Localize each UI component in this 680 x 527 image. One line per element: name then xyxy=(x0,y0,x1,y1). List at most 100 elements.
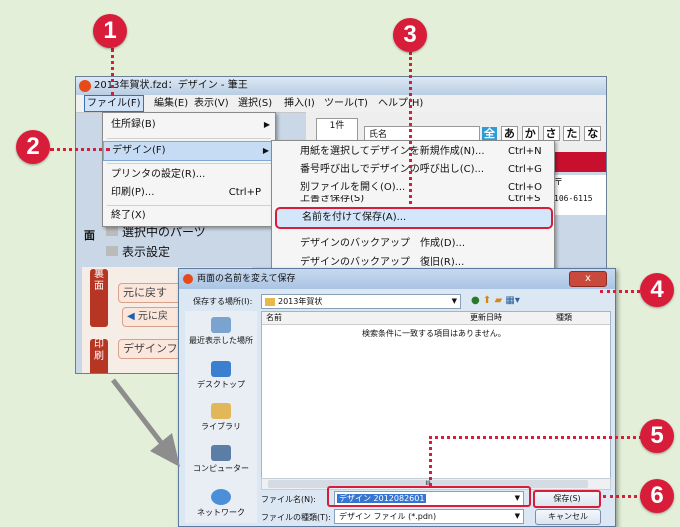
print-tab[interactable]: 印刷 xyxy=(90,339,108,373)
place-network[interactable]: ネットワーク xyxy=(185,489,257,518)
save-as-label: 名前を付けて保存(A)... xyxy=(302,212,407,223)
back-side-tab[interactable]: 裏面 xyxy=(90,269,108,327)
print-shortcut: Ctrl+P xyxy=(228,187,261,198)
close-button[interactable]: x xyxy=(569,271,607,287)
places-bar: 最近表示した場所 デスクトップ ライブラリ コンピューター ネットワーク xyxy=(185,311,257,523)
dialog-app-icon xyxy=(183,274,193,284)
overwrite-save-shortcut: Ctrl+S xyxy=(508,195,541,204)
postal-code: 106-6115 xyxy=(554,194,593,203)
menu-item-exit[interactable]: 終了(X) xyxy=(103,207,275,225)
column-type[interactable]: 種類 xyxy=(556,312,572,324)
selected-parts-label: 選択中のパーツ xyxy=(122,225,206,239)
new-folder-icon[interactable]: ▰ xyxy=(495,295,503,306)
postal-cell: 〒 106-6115 xyxy=(554,175,606,215)
step-badge-2: 2 xyxy=(16,130,50,164)
menu-item-address-book[interactable]: 住所録(B) ▶ xyxy=(103,116,275,134)
view-menu-icon[interactable]: ▦▾ xyxy=(505,295,519,306)
menu-view[interactable]: 表示(V) xyxy=(192,95,231,112)
printer-settings-label: プリンタの設定(R)... xyxy=(111,169,206,180)
menu-bar: ファイル(F) 編集(E) 表示(V) 選択(S) 挿入(I) ツール(T) ヘ… xyxy=(76,95,606,113)
computer-icon xyxy=(211,445,231,461)
design-label: デザイン(F) xyxy=(112,145,166,156)
back-strip-char2: 面 xyxy=(94,281,104,292)
checkbox-icon xyxy=(106,226,118,236)
step-badge-1: 1 xyxy=(93,14,127,48)
menu-item-printer-settings[interactable]: プリンタの設定(R)... xyxy=(103,166,275,184)
display-settings[interactable]: 表示設定 xyxy=(106,243,256,261)
settings-icon xyxy=(106,246,118,256)
kana-tab-sa[interactable]: さ xyxy=(542,126,560,141)
new-design-shortcut: Ctrl+N xyxy=(508,146,542,157)
back-icon[interactable]: ● xyxy=(471,295,480,306)
app-icon xyxy=(79,80,91,92)
kana-tab-all[interactable]: 全 xyxy=(482,127,497,140)
display-settings-label: 表示設定 xyxy=(122,245,171,259)
window-title: 2013年賀状.fzd：デザイン - 筆王 xyxy=(94,80,248,91)
column-name[interactable]: 名前 xyxy=(266,312,282,324)
submenu-overwrite-save[interactable]: 上書き保存(S) Ctrl+S xyxy=(272,195,554,205)
place-recent[interactable]: 最近表示した場所 xyxy=(185,317,257,346)
place-library[interactable]: ライブラリ xyxy=(185,403,257,432)
submenu-backup-create[interactable]: デザインのバックアップ 作成(D)... xyxy=(272,235,554,253)
call-design-label: 番号呼び出しでデザインの呼び出し(C)... xyxy=(300,164,485,175)
menu-insert[interactable]: 挿入(I) xyxy=(282,95,317,112)
filetype-label: ファイルの種類(T): xyxy=(261,513,331,522)
step-badge-4: 4 xyxy=(640,273,674,307)
record-count: 1件 xyxy=(329,121,345,131)
connector-5-vertical xyxy=(429,436,432,486)
up-folder-icon[interactable]: ⬆ xyxy=(483,295,491,306)
nav-toolbar: ● ⬆ ▰ ▦▾ xyxy=(471,295,520,306)
file-list[interactable]: 名前 更新日時 種類 検索条件に一致する項目はありません。 xyxy=(261,311,611,481)
place-library-label: ライブラリ xyxy=(201,422,241,431)
kana-tab-na[interactable]: な xyxy=(584,126,602,141)
address-book-label: 住所録(B) xyxy=(111,119,156,130)
menu-file[interactable]: ファイル(F) xyxy=(84,95,144,112)
filetype-select[interactable]: デザイン ファイル (*.pdn) ▼ xyxy=(334,509,524,524)
menu-item-design[interactable]: デザイン(F) ▶ xyxy=(103,141,275,161)
place-computer-label: コンピューター xyxy=(193,464,249,473)
undo-arrow-icon: ◀ xyxy=(127,311,135,322)
print-strip-char2: 刷 xyxy=(94,351,104,362)
desktop-icon xyxy=(211,361,231,377)
connector-3 xyxy=(409,52,412,204)
design-submenu: 用紙を選択してデザインを新規作成(N)... Ctrl+N 番号呼び出しでデザイン… xyxy=(271,140,555,278)
library-icon xyxy=(211,403,231,419)
cancel-button[interactable]: キャンセル xyxy=(535,509,601,525)
save-button[interactable]: 保存(S) xyxy=(533,490,601,508)
menu-select[interactable]: 選択(S) xyxy=(236,95,274,112)
kana-tab-ka[interactable]: か xyxy=(521,126,539,141)
menu-item-print[interactable]: 印刷(P)... Ctrl+P xyxy=(103,184,275,202)
menu-tools[interactable]: ツール(T) xyxy=(322,95,370,112)
connector-4 xyxy=(600,290,640,293)
empty-message: 検索条件に一致する項目はありません。 xyxy=(362,329,506,338)
menu-help[interactable]: ヘルプ(H) xyxy=(376,95,425,112)
dialog-title: 両面の名前を変えて保存 xyxy=(197,274,296,284)
save-in-dropdown[interactable]: 2013年賀状 ▼ xyxy=(261,294,461,309)
step-badge-6: 6 xyxy=(640,479,674,513)
place-computer[interactable]: コンピューター xyxy=(185,445,257,474)
menu-divider xyxy=(107,205,271,206)
title-bar: 2013年賀状.fzd：デザイン - 筆王 xyxy=(76,77,606,95)
place-desktop-label: デスクトップ xyxy=(197,380,245,389)
backup-create-label: デザインのバックアップ 作成(D)... xyxy=(300,238,466,249)
back-strip-char1: 裏 xyxy=(94,269,104,280)
filename-highlight xyxy=(327,486,531,507)
connector-2 xyxy=(50,148,110,151)
step-badge-3: 3 xyxy=(393,18,427,52)
submenu-arrow-icon: ▶ xyxy=(262,146,269,155)
save-in-label: 保存する場所(I): xyxy=(193,297,253,306)
place-recent-label: 最近表示した場所 xyxy=(189,336,253,345)
place-desktop[interactable]: デスクトップ xyxy=(185,361,257,390)
kana-tab-ta[interactable]: た xyxy=(563,126,581,141)
menu-edit[interactable]: 編集(E) xyxy=(152,95,190,112)
submenu-arrow-icon: ▶ xyxy=(263,120,270,129)
place-network-label: ネットワーク xyxy=(197,508,245,517)
submenu-new-design[interactable]: 用紙を選択してデザインを新規作成(N)... Ctrl+N xyxy=(272,143,554,161)
column-modified[interactable]: 更新日時 xyxy=(470,312,502,324)
submenu-save-as[interactable]: 名前を付けて保存(A)... xyxy=(275,207,553,229)
submenu-call-design[interactable]: 番号呼び出しでデザインの呼び出し(C)... Ctrl+G xyxy=(272,161,554,179)
undo-button-label: 元に戻 xyxy=(137,311,168,322)
kana-tab-a[interactable]: あ xyxy=(500,126,518,141)
file-list-header: 名前 更新日時 種類 xyxy=(262,312,610,325)
face-label: 面 xyxy=(84,229,95,242)
